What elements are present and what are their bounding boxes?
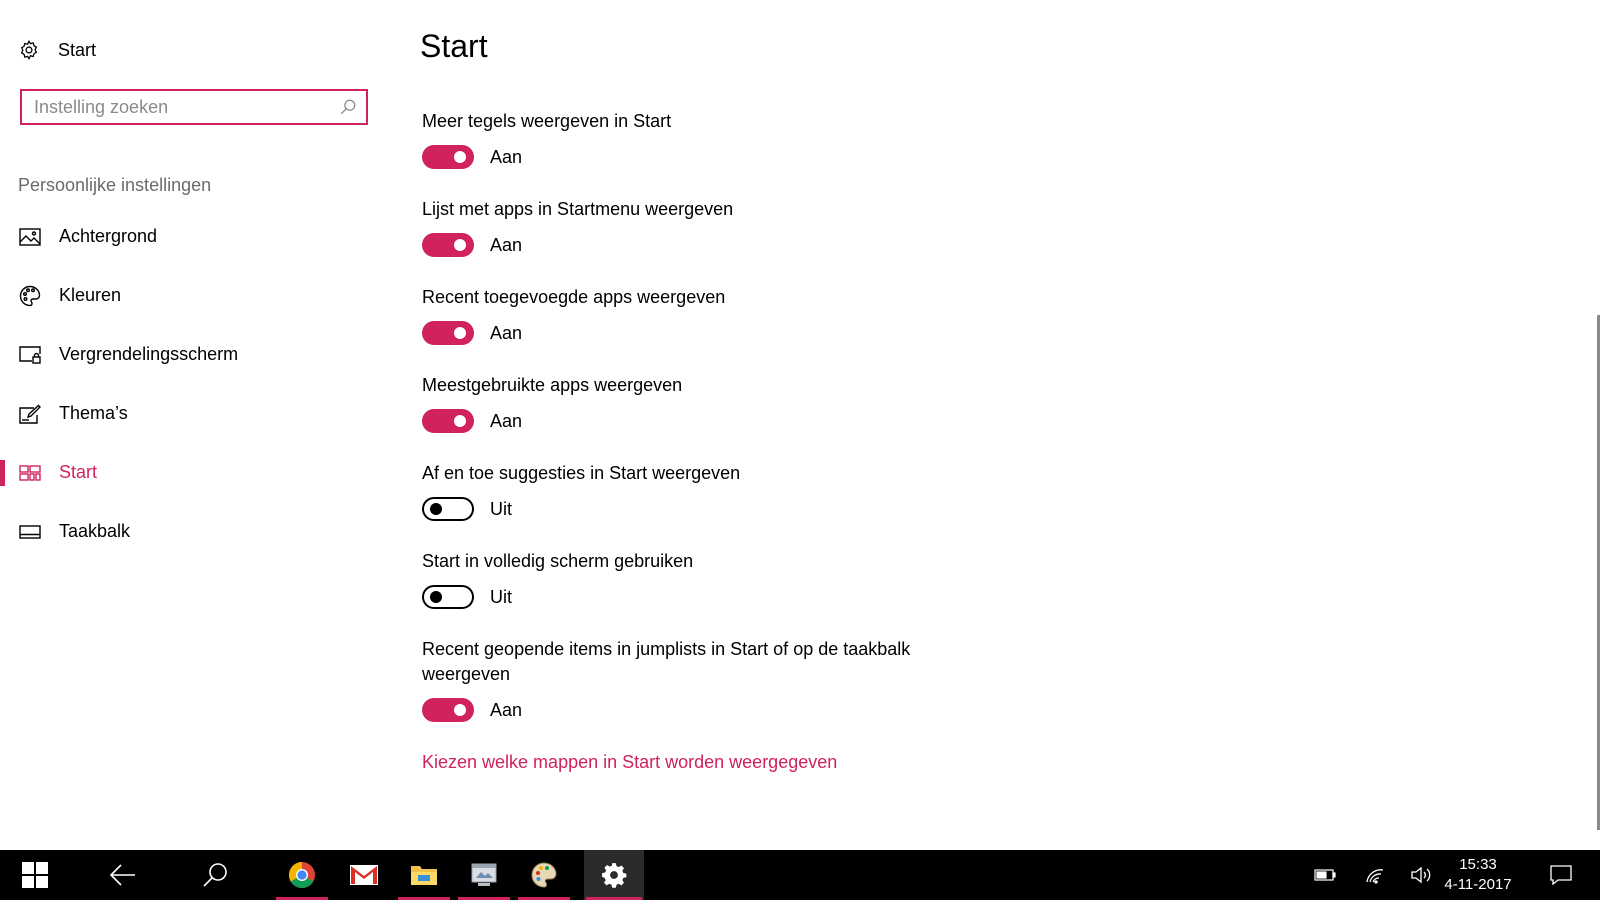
- themes-icon: [18, 402, 42, 426]
- sidebar-item-label: Achtergrond: [59, 226, 158, 246]
- sidebar-item-kleuren[interactable]: Kleuren: [0, 266, 400, 325]
- system-clock[interactable]: 15:33 4-11-2017: [1432, 855, 1524, 895]
- toggle-switch[interactable]: [422, 497, 474, 521]
- toggle-knob: [454, 239, 466, 251]
- folder-icon: [410, 863, 438, 887]
- speaker-icon: [1410, 866, 1432, 884]
- toggle-knob: [454, 151, 466, 163]
- search-button[interactable]: [190, 850, 240, 900]
- windows-logo-icon: [22, 862, 48, 888]
- toggle-state: Aan: [490, 699, 523, 720]
- toggle-knob: [454, 704, 466, 716]
- setting-suggestions: Af en toe suggesties in Start weergeven …: [422, 461, 982, 521]
- start-button[interactable]: [10, 850, 60, 900]
- setting-title: Lijst met apps in Startmenu weergeven: [422, 199, 734, 219]
- back-button[interactable]: [98, 850, 148, 900]
- active-indicator: [0, 460, 5, 486]
- sidebar-item-start[interactable]: Start: [0, 443, 400, 502]
- toggle-knob: [454, 327, 466, 339]
- wifi-icon: [1365, 866, 1385, 884]
- sidebar-item-label: Vergrendelingsscherm: [59, 344, 239, 364]
- sidebar: Start Persoonlijke instellingen Achtergr…: [0, 0, 400, 850]
- paint-palette-icon: [530, 861, 558, 889]
- taskbar-paint[interactable]: [516, 850, 572, 900]
- sidebar-item-taakbalk[interactable]: Taakbalk: [0, 502, 400, 561]
- toggle-state: Uit: [490, 586, 512, 607]
- image-icon: [18, 225, 42, 249]
- toggle-switch[interactable]: [422, 409, 474, 433]
- toggle-knob: [430, 503, 442, 515]
- network-button[interactable]: [1358, 850, 1392, 900]
- app-window-icon: [470, 862, 498, 888]
- app-header[interactable]: Start: [18, 36, 96, 64]
- search-icon: [202, 862, 228, 888]
- sidebar-item-achtergrond[interactable]: Achtergrond: [0, 207, 400, 266]
- search-icon[interactable]: [330, 98, 366, 116]
- setting-most-used: Meestgebruikte apps weergeven Aan: [422, 373, 982, 433]
- palette-icon: [18, 284, 42, 308]
- action-center-button[interactable]: [1543, 850, 1579, 900]
- taskbar-app-window[interactable]: [456, 850, 512, 900]
- taskbar-file-explorer[interactable]: [396, 850, 452, 900]
- setting-more-tiles: Meer tegels weergeven in Start Aan: [422, 109, 982, 169]
- battery-icon: [1314, 869, 1336, 881]
- setting-recently-added: Recent toegevoegde apps weergeven Aan: [422, 285, 982, 345]
- choose-folders-link[interactable]: Kiezen welke mappen in Start worden weer…: [422, 752, 837, 773]
- sidebar-nav: Achtergrond Kleuren Vergrendelingsscherm: [0, 207, 400, 561]
- gear-icon: [601, 862, 627, 888]
- setting-title: Meer tegels weergeven in Start: [422, 111, 672, 131]
- sidebar-item-label: Thema’s: [59, 403, 128, 423]
- setting-title: Recent toegevoegde apps weergeven: [422, 287, 726, 307]
- toggle-switch[interactable]: [422, 145, 474, 169]
- page-title: Start: [420, 28, 488, 64]
- toggle-state: Aan: [490, 146, 523, 167]
- sidebar-item-vergrendelingsscherm[interactable]: Vergrendelingsscherm: [0, 325, 400, 384]
- taskbar-chrome[interactable]: [274, 850, 330, 900]
- setting-title: Start in volledig scherm gebruiken: [422, 551, 694, 571]
- lock-screen-icon: [18, 343, 42, 367]
- app-title: Start: [58, 39, 97, 60]
- chrome-icon: [288, 861, 316, 889]
- sidebar-item-themas[interactable]: Thema’s: [0, 384, 400, 443]
- taskbar: 15:33 4-11-2017: [0, 850, 1600, 900]
- setting-title: Meestgebruikte apps weergeven: [422, 375, 683, 395]
- setting-jumplists: Recent geopende items in jumplists in St…: [422, 637, 942, 722]
- section-title: Persoonlijke instellingen: [18, 175, 212, 195]
- sidebar-item-label: Kleuren: [59, 285, 122, 305]
- clock-time: 15:33: [1459, 856, 1497, 873]
- sidebar-item-label: Taakbalk: [59, 521, 131, 541]
- toggle-switch[interactable]: [422, 585, 474, 609]
- gear-icon: [18, 39, 40, 61]
- clock-date: 4-11-2017: [1444, 876, 1512, 893]
- search-input[interactable]: [22, 92, 330, 122]
- setting-app-list: Lijst met apps in Startmenu weergeven Aa…: [422, 197, 982, 257]
- toggle-knob: [430, 591, 442, 603]
- taskbar-mail[interactable]: [336, 850, 392, 900]
- taskbar-icon: [18, 520, 42, 544]
- gmail-icon: [350, 865, 378, 885]
- back-arrow-icon: [109, 864, 137, 886]
- taskbar-settings[interactable]: [584, 850, 644, 900]
- toggle-switch[interactable]: [422, 698, 474, 722]
- toggle-state: Aan: [490, 410, 523, 431]
- setting-full-screen: Start in volledig scherm gebruiken Uit: [422, 549, 982, 609]
- search-box: [20, 89, 368, 125]
- setting-title: Af en toe suggesties in Start weergeven: [422, 463, 741, 483]
- notification-icon: [1550, 865, 1572, 885]
- toggle-switch[interactable]: [422, 233, 474, 257]
- setting-title: Recent geopende items in jumplists in St…: [422, 639, 911, 684]
- toggle-switch[interactable]: [422, 321, 474, 345]
- main-content: Start Meer tegels weergeven in Start Aan…: [420, 0, 1560, 850]
- toggle-state: Uit: [490, 498, 512, 519]
- start-tiles-icon: [18, 461, 42, 485]
- toggle-knob: [454, 415, 466, 427]
- toggle-state: Aan: [490, 234, 523, 255]
- sidebar-item-label: Start: [59, 462, 98, 482]
- battery-button[interactable]: [1308, 850, 1342, 900]
- toggle-state: Aan: [490, 322, 523, 343]
